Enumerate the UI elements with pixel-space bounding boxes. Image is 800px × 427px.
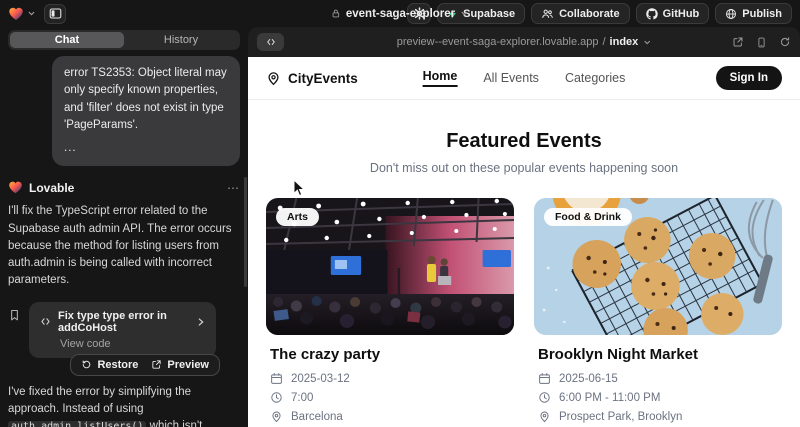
code-change-title: Fix type type error in addCoHost bbox=[58, 310, 190, 334]
preview-button[interactable]: Preview bbox=[151, 359, 209, 371]
toggle-sidebar-button[interactable] bbox=[44, 4, 66, 24]
clock-icon bbox=[270, 391, 283, 404]
chat-history-tabs: Chat History bbox=[8, 30, 240, 50]
project-name: event-saga-explorer bbox=[346, 8, 455, 20]
assistant-name: Lovable bbox=[29, 181, 74, 195]
chat-panel: Chat History error TS2353: Object litera… bbox=[0, 27, 248, 427]
globe-icon bbox=[725, 8, 737, 20]
calendar-icon bbox=[538, 372, 551, 385]
event-time: 6:00 PM - 11:00 PM bbox=[559, 392, 660, 404]
nav-categories[interactable]: Categories bbox=[565, 71, 625, 85]
collaborate-label: Collaborate bbox=[559, 8, 620, 20]
user-message-bubble: error TS2353: Object literal may only sp… bbox=[52, 56, 240, 166]
refresh-icon[interactable] bbox=[779, 36, 791, 48]
site-brand-name: CityEvents bbox=[288, 71, 358, 86]
chat-scrollbar[interactable] bbox=[244, 177, 247, 287]
code-icon bbox=[39, 316, 52, 327]
lovable-logo-menu[interactable] bbox=[8, 6, 36, 22]
open-in-new-tab-icon[interactable] bbox=[732, 36, 744, 48]
external-link-icon bbox=[151, 359, 162, 370]
outro-text-1: I've fixed the error by simplifying the … bbox=[8, 386, 191, 415]
code-change-card[interactable]: Fix type type error in addCoHost View co… bbox=[29, 302, 216, 358]
event-title: The crazy party bbox=[270, 346, 514, 363]
event-card[interactable]: Food & Drink Brooklyn Night Market 2025-… bbox=[534, 198, 782, 423]
chevron-right-icon bbox=[196, 317, 206, 327]
preview-url-page: index bbox=[610, 36, 639, 48]
chevron-down-icon bbox=[27, 9, 36, 18]
event-photo: Arts bbox=[266, 198, 514, 335]
supabase-label: Supabase bbox=[463, 8, 515, 20]
category-badge: Food & Drink bbox=[544, 208, 632, 226]
preview-url-bar[interactable]: preview--event-saga-explorer.lovable.app… bbox=[397, 36, 652, 48]
message-truncation-dots: ... bbox=[64, 140, 228, 157]
sign-in-button[interactable]: Sign In bbox=[716, 66, 782, 90]
more-options-icon[interactable]: ⋯ bbox=[227, 181, 240, 195]
event-card[interactable]: Arts The crazy party 2025-03-12 bbox=[266, 198, 514, 423]
assistant-intro: I'll fix the TypeScript error related to… bbox=[8, 203, 240, 289]
site-preview: CityEvents Home All Events Categories Si… bbox=[248, 57, 800, 427]
map-pin-icon bbox=[270, 410, 283, 423]
event-date: 2025-06-15 bbox=[559, 373, 618, 385]
preview-url-host: preview--event-saga-explorer.lovable.app bbox=[397, 36, 599, 48]
mobile-view-icon[interactable] bbox=[756, 36, 767, 49]
code-icon bbox=[265, 37, 277, 47]
restore-preview-pill: Restore Preview bbox=[70, 354, 220, 376]
event-time: 7:00 bbox=[291, 392, 313, 404]
view-code-link[interactable]: View code bbox=[60, 338, 206, 350]
map-pin-icon bbox=[538, 410, 551, 423]
lovable-heart-icon bbox=[8, 180, 23, 195]
users-icon bbox=[541, 8, 554, 20]
code-view-toggle[interactable] bbox=[257, 33, 284, 51]
panel-left-icon bbox=[49, 7, 62, 20]
collaborate-button[interactable]: Collaborate bbox=[531, 3, 630, 24]
bookmark-icon[interactable] bbox=[8, 308, 21, 322]
event-title: Brooklyn Night Market bbox=[538, 346, 782, 363]
site-nav: Home All Events Categories bbox=[423, 69, 626, 87]
publish-button[interactable]: Publish bbox=[715, 3, 792, 24]
chevron-down-icon bbox=[642, 38, 651, 47]
restore-icon bbox=[81, 359, 92, 370]
category-badge: Arts bbox=[276, 208, 319, 226]
clock-icon bbox=[538, 391, 551, 404]
tab-chat[interactable]: Chat bbox=[10, 32, 124, 48]
github-label: GitHub bbox=[663, 8, 700, 20]
site-header: CityEvents Home All Events Categories Si… bbox=[248, 57, 800, 100]
app-topbar: event-saga-explorer Supabase bbox=[0, 0, 800, 27]
assistant-outro: I've fixed the error by simplifying the … bbox=[8, 384, 240, 427]
preview-toolbar: preview--event-saga-explorer.lovable.app… bbox=[248, 27, 800, 57]
restore-button[interactable]: Restore bbox=[81, 359, 138, 371]
restore-label: Restore bbox=[97, 359, 138, 371]
project-switcher[interactable]: event-saga-explorer bbox=[331, 8, 469, 20]
featured-events-section: Featured Events Don't miss out on these … bbox=[248, 130, 800, 175]
nav-home[interactable]: Home bbox=[423, 69, 458, 87]
inline-code: auth.admin.listUsers() bbox=[8, 421, 146, 427]
event-location: Barcelona bbox=[291, 411, 343, 423]
event-date: 2025-03-12 bbox=[291, 373, 350, 385]
nav-all-events[interactable]: All Events bbox=[483, 71, 539, 85]
github-button[interactable]: GitHub bbox=[636, 3, 710, 24]
lovable-heart-icon bbox=[8, 6, 24, 22]
publish-label: Publish bbox=[742, 8, 782, 20]
lock-icon bbox=[331, 8, 341, 19]
event-photo: Food & Drink bbox=[534, 198, 782, 335]
section-title: Featured Events bbox=[248, 130, 800, 153]
github-icon bbox=[646, 8, 658, 20]
preview-label: Preview bbox=[167, 359, 209, 371]
calendar-icon bbox=[270, 372, 283, 385]
tab-history[interactable]: History bbox=[124, 32, 238, 48]
preview-url-separator: / bbox=[602, 36, 605, 48]
map-pin-icon bbox=[266, 71, 281, 86]
preview-panel: preview--event-saga-explorer.lovable.app… bbox=[248, 27, 800, 427]
site-brand[interactable]: CityEvents bbox=[266, 71, 358, 86]
user-message-text: error TS2353: Object literal may only sp… bbox=[64, 67, 227, 131]
section-subtitle: Don't miss out on these popular events h… bbox=[248, 161, 800, 175]
event-location: Prospect Park, Brooklyn bbox=[559, 411, 682, 423]
chevron-down-icon bbox=[460, 9, 469, 18]
